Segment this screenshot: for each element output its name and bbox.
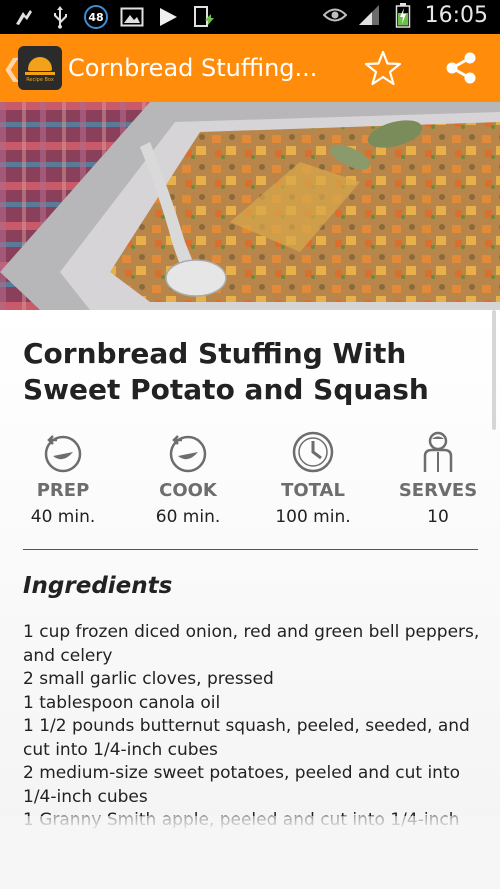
action-bar-title: Cornbread Stuffing...	[68, 54, 318, 82]
recipe-content[interactable]: Cornbread Stuffing With Sweet Potato and…	[0, 310, 500, 889]
stat-value: 100 min.	[275, 507, 351, 527]
prep-timer-icon	[44, 435, 82, 473]
recipe-photo	[0, 102, 500, 310]
signal-icon	[357, 2, 381, 28]
recipe-stats: PREP 40 min. COOK 60 min. TOTAL 100 min.…	[0, 430, 500, 540]
stat-value: 40 min.	[30, 507, 96, 527]
ingredients-list: 1 cup frozen diced onion, red and green …	[23, 621, 483, 833]
stat-label: COOK	[159, 480, 217, 501]
notification-count-badge: 48	[84, 5, 108, 29]
cook-timer-icon	[169, 435, 207, 473]
stat-serves: SERVES 10	[378, 430, 498, 527]
app-logo-text: Recipe Box	[26, 77, 54, 83]
ingredient-item: 2 medium-size sweet potatoes, peeled and…	[23, 763, 461, 807]
share-button[interactable]	[441, 48, 481, 88]
battery-icon	[391, 2, 415, 28]
stat-value: 10	[427, 507, 449, 527]
clock-icon	[292, 431, 334, 473]
ingredient-item: 2 small garlic cloves, pressed	[23, 669, 274, 689]
stat-label: TOTAL	[281, 480, 345, 501]
stat-cook: COOK 60 min.	[128, 430, 248, 527]
section-divider	[23, 549, 478, 550]
ingredient-item: 1 cup frozen diced onion, red and green …	[23, 622, 480, 666]
favorite-button[interactable]	[363, 48, 403, 88]
scrollbar[interactable]	[492, 310, 496, 430]
status-time: 16:05	[424, 2, 488, 28]
plate-line	[25, 72, 55, 75]
stat-label: PREP	[36, 480, 90, 501]
cloche-icon	[28, 57, 52, 71]
usb-debug-icon	[12, 4, 36, 30]
screenshot-icon	[192, 4, 216, 30]
stat-total: TOTAL 100 min.	[253, 430, 373, 527]
ingredient-item: 1 1/2 pounds butternut squash, peeled, s…	[23, 716, 470, 760]
status-bar: 48 16:05	[0, 0, 500, 34]
play-icon	[156, 4, 180, 30]
image-icon	[120, 4, 144, 30]
stat-label: SERVES	[398, 480, 478, 501]
bottom-fade	[0, 816, 500, 889]
star-icon	[364, 50, 402, 86]
status-bar-notifications: 48	[12, 4, 216, 30]
status-bar-system: 16:05	[322, 2, 488, 28]
person-icon	[423, 431, 453, 472]
usb-icon	[48, 4, 72, 30]
stat-value: 60 min.	[155, 507, 221, 527]
share-icon	[446, 52, 476, 84]
ingredients-heading: Ingredients	[23, 573, 173, 599]
stat-prep: PREP 40 min.	[3, 430, 123, 527]
app-logo[interactable]: Recipe Box	[18, 46, 62, 90]
recipe-title: Cornbread Stuffing With Sweet Potato and…	[23, 337, 429, 406]
action-bar: ❮ Recipe Box Cornbread Stuffing...	[0, 34, 500, 102]
ingredient-item: 1 tablespoon canola oil	[23, 692, 221, 713]
eye-icon	[322, 2, 347, 28]
